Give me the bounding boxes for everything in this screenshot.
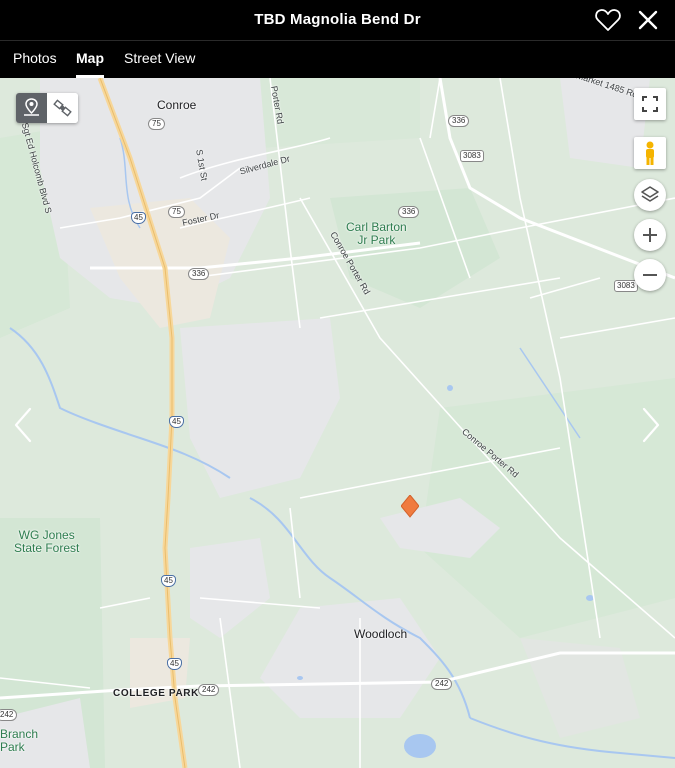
layers-button[interactable] — [634, 179, 666, 211]
route-shield-242: 242 — [431, 678, 453, 690]
map-label-conroe: Conroe — [157, 98, 197, 112]
chevron-right-icon[interactable] — [638, 405, 664, 445]
map-pin-icon — [24, 98, 39, 116]
satellite-icon — [53, 99, 72, 117]
map-label-carl-barton-park: Carl Barton Jr Park — [346, 220, 407, 247]
zoom-in-button[interactable] — [634, 219, 666, 251]
layers-icon — [641, 186, 659, 202]
route-shield-336: 336 — [398, 206, 420, 218]
tab-photos[interactable]: Photos — [13, 50, 57, 66]
tab-street-view[interactable]: Street View — [124, 50, 195, 66]
view-tabs: Photos Map Street View — [0, 41, 675, 78]
route-shield-336: 336 — [448, 115, 470, 127]
route-shield-336: 336 — [188, 268, 210, 280]
plus-icon — [643, 228, 657, 242]
chevron-left-icon[interactable] — [10, 405, 36, 445]
interstate-shield-45: 45 — [131, 212, 146, 224]
interstate-shield-45: 45 — [161, 575, 176, 587]
location-pin-icon[interactable] — [401, 495, 419, 519]
interstate-shield-45: 45 — [167, 658, 182, 670]
listing-title: TBD Magnolia Bend Dr — [254, 11, 421, 28]
route-shield-75: 75 — [168, 206, 185, 218]
map-type-map-button[interactable] — [16, 93, 47, 123]
map-label-wg-jones-forest: WG Jones State Forest — [14, 528, 80, 555]
interstate-shield-45: 45 — [169, 416, 184, 428]
map-label-college-park: COLLEGE PARK — [113, 688, 199, 699]
street-view-pegman-button[interactable] — [634, 137, 666, 169]
fullscreen-icon — [642, 96, 658, 112]
zoom-out-button[interactable] — [634, 259, 666, 291]
fullscreen-button[interactable] — [634, 88, 666, 120]
pegman-icon — [646, 141, 654, 165]
map-label-woodloch: Woodloch — [354, 627, 408, 641]
heart-outline-icon[interactable] — [594, 7, 622, 33]
tab-map[interactable]: Map — [76, 50, 104, 78]
close-icon[interactable] — [636, 8, 660, 32]
map-view[interactable]: Conroe Carl Barton Jr Park WG Jones Stat… — [0, 78, 675, 768]
map-type-toggle — [16, 93, 78, 123]
route-shield-242: 242 — [0, 709, 18, 721]
route-shield-75: 75 — [148, 118, 165, 130]
map-type-satellite-button[interactable] — [47, 93, 78, 123]
route-shield-3083: 3083 — [460, 150, 484, 162]
route-shield-242: 242 — [198, 684, 220, 696]
minus-icon — [643, 274, 657, 276]
header-bar: TBD Magnolia Bend Dr — [0, 0, 675, 41]
map-label-branch-park: Branch Park — [0, 727, 39, 754]
map-base — [0, 78, 675, 768]
